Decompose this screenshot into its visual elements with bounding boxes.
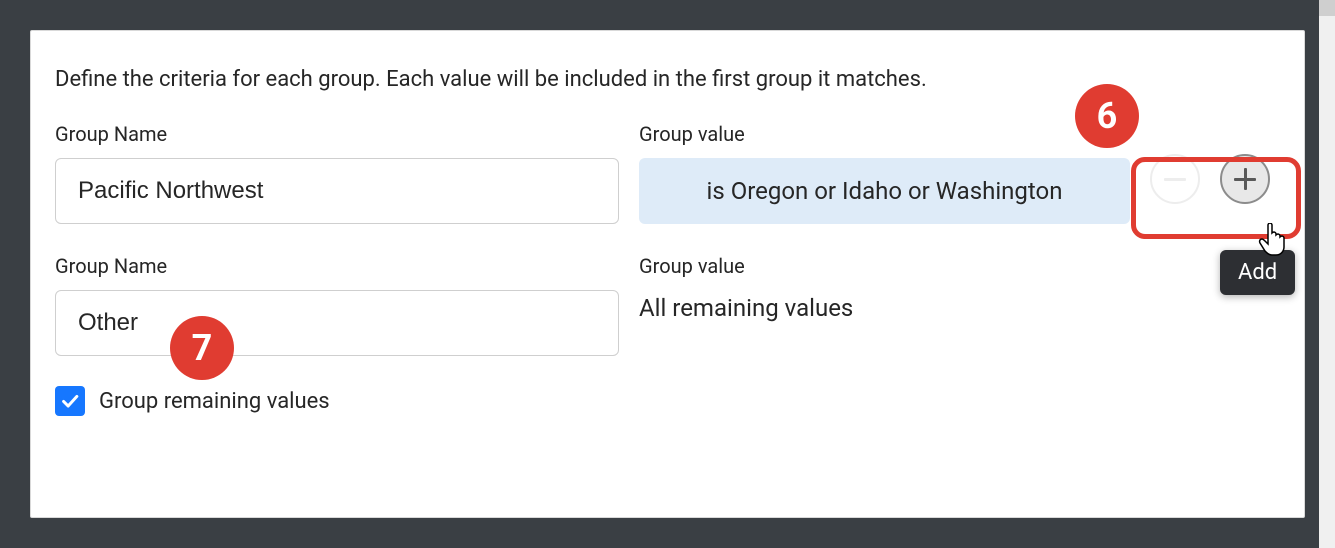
group-row: Group Name Group value is Oregon or Idah… [55,122,1280,224]
group-name-label: Group Name [55,122,619,146]
row-actions [1150,122,1280,204]
group-name-col: Group Name [55,122,619,224]
group-remaining-checkbox[interactable] [55,386,85,416]
group-remaining-label: Group remaining values [99,389,330,414]
group-value-col: Group value All remaining values [639,254,1280,324]
group-row: Group Name Group value All remaining val… [55,254,1280,356]
scrollbar-up-icon [1319,0,1335,16]
group-name-label: Group Name [55,254,619,278]
check-icon [59,390,81,412]
group-name-input[interactable] [55,290,619,356]
group-name-col: Group Name [55,254,619,356]
group-value-label: Group value [639,122,1130,146]
minus-icon [1164,178,1186,181]
group-value-label: Group value [639,254,1280,278]
group-value-static: All remaining values [639,292,1280,324]
group-name-input[interactable] [55,158,619,224]
group-criteria-panel: Define the criteria for each group. Each… [30,30,1305,518]
group-value-col: Group value is Oregon or Idaho or Washin… [639,122,1130,224]
remove-group-button [1150,154,1200,204]
group-remaining-row: Group remaining values [55,386,1280,416]
scrollbar[interactable] [1319,0,1335,548]
panel-description: Define the criteria for each group. Each… [55,67,1280,92]
group-value-pill[interactable]: is Oregon or Idaho or Washington [639,158,1130,224]
add-group-button[interactable] [1220,154,1270,204]
add-tooltip: Add [1220,250,1295,295]
